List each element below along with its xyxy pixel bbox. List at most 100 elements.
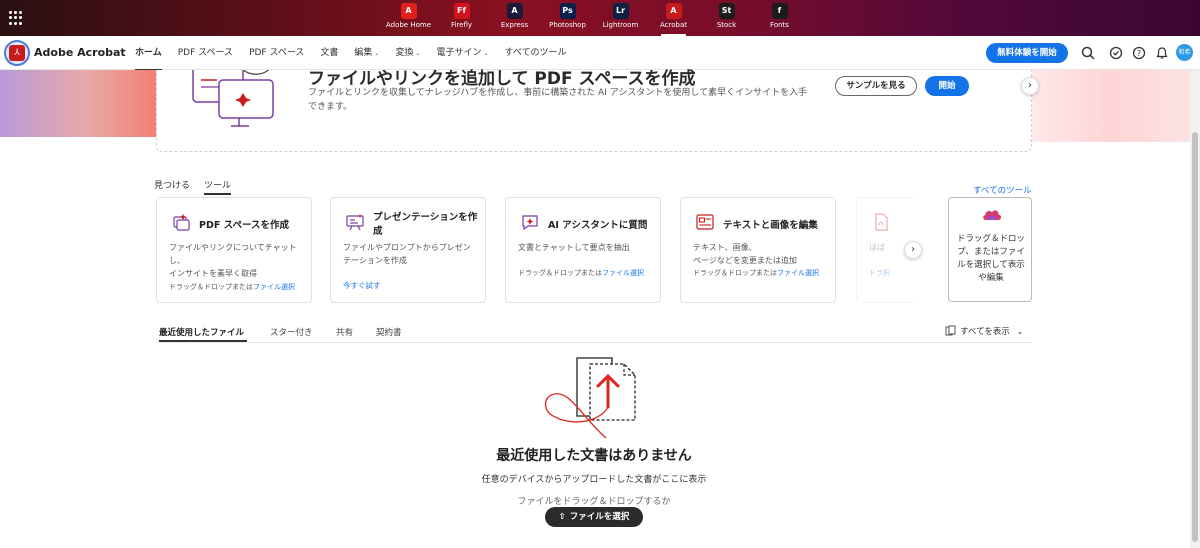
all-tools-link[interactable]: すべてのツール: [973, 184, 1032, 196]
fonts-icon: f: [771, 3, 788, 19]
edit-text-image-icon: [696, 214, 714, 230]
upload-cloud-icon: ⇧: [558, 512, 566, 522]
app-link-acrobat[interactable]: A Acrobat: [647, 3, 700, 36]
app-link-express[interactable]: A Express: [488, 3, 541, 36]
try-now-link[interactable]: 今すぐ試す: [343, 280, 381, 291]
tool-title: PDF スペースを作成: [199, 220, 290, 231]
start-free-trial-button[interactable]: 無料体験を開始: [986, 43, 1068, 63]
view-all-dropdown[interactable]: すべてを表示 ⌄: [945, 325, 1023, 337]
tool-action: ドラッグ＆ドロップまたはファイル選択: [693, 268, 829, 279]
page-scrollbar[interactable]: [1190, 70, 1200, 548]
firefly-icon: Ff: [453, 3, 470, 19]
nav-item-label: すべてのツール: [504, 48, 567, 58]
ai-assistant-icon: [522, 215, 538, 231]
nav-item-label: ホーム: [135, 48, 162, 58]
tool-action: ドラッグ＆ドロップまたはファイル選択: [518, 268, 654, 279]
tool-title: プレゼンテーションを作成: [373, 212, 478, 237]
tool-description: 文書とチャットして要点を抽出: [518, 243, 630, 252]
banner-next-arrow-icon[interactable]: ›: [1021, 77, 1039, 95]
search-icon[interactable]: [1079, 44, 1097, 62]
app-label: Express: [500, 21, 529, 29]
tool-description: テキスト、画像、 ページなどを変更または追加: [693, 243, 797, 265]
brand-name[interactable]: Adobe Acrobat: [34, 46, 126, 59]
nav-item-label: 文書: [320, 48, 339, 58]
tab-starred[interactable]: スター付き: [270, 326, 313, 338]
tool-action: ドラッグ＆ドロップまたはファイル選択: [169, 282, 305, 293]
adobe-home-icon: A: [400, 3, 417, 19]
chevron-down-icon: ⌄: [483, 50, 489, 57]
tabs-divider: [157, 342, 1032, 343]
tool-description: ファイルやプロンプトからプレゼンテーションを作成: [343, 243, 471, 265]
tab-recent-files[interactable]: 最近使用したファイル: [159, 326, 244, 338]
select-file-link[interactable]: ファイル選択: [602, 269, 644, 277]
nav-item-label: 電子サイン: [436, 48, 482, 58]
drop-card-text: ドラッグ＆ドロップ、またはファイルを選択して表示や編集: [956, 234, 1025, 283]
app-link-firefly[interactable]: Ff Firefly: [435, 3, 488, 36]
user-avatar[interactable]: 和希: [1176, 44, 1193, 61]
select-file-link[interactable]: 択: [883, 269, 890, 277]
scrollbar-thumb[interactable]: [1192, 132, 1198, 542]
tab-tools[interactable]: ツール: [204, 178, 232, 195]
app-link-fonts[interactable]: f Fonts: [753, 3, 806, 36]
cloud-upload-icon: [983, 210, 1002, 220]
nav-item-label: 変換: [395, 48, 414, 58]
tool-description: ファイルやリンクについてチャットし、 インサイトを素早く取得: [169, 243, 297, 278]
nav-item-label: PDF スペース: [249, 48, 305, 58]
empty-state-description: 任意のデバイスからアップロードした文書がここに表示: [481, 475, 707, 485]
notification-bell-icon[interactable]: [1153, 44, 1171, 62]
nav-item-1[interactable]: PDF スペース: [170, 36, 241, 70]
app-label: Fonts: [770, 21, 789, 29]
app-link-lightroom[interactable]: Lr Lightroom: [594, 3, 647, 36]
lightroom-icon: Lr: [612, 3, 629, 19]
svg-text:?: ?: [1137, 49, 1141, 58]
pdf-icon: [875, 213, 888, 231]
stock-icon: St: [718, 3, 735, 19]
tab-agreements[interactable]: 契約書: [376, 326, 402, 338]
acrobat-logo-icon[interactable]: ⅄: [4, 40, 30, 66]
chevron-down-icon: ⌄: [374, 50, 380, 57]
chevron-down-icon: ⌄: [415, 50, 421, 57]
empty-state-title: 最近使用した文書はありません: [496, 448, 692, 464]
nav-item-2[interactable]: PDF スペース: [241, 36, 312, 70]
banner-description: ファイルとリンクを収集してナレッジハブを作成し、事前に構築された AI アシスタ…: [308, 88, 808, 112]
app-link-photoshop[interactable]: Ps Photoshop: [541, 3, 594, 36]
app-link-stock[interactable]: St Stock: [700, 3, 753, 36]
tools-next-arrow-icon[interactable]: ›: [904, 241, 922, 259]
app-link-adobe-home[interactable]: A Adobe Home: [382, 3, 435, 36]
app-label: Acrobat: [660, 21, 687, 29]
select-file-link[interactable]: ファイル選択: [253, 283, 295, 291]
select-file-button[interactable]: ⇧ ファイルを選択: [545, 507, 643, 527]
tool-card-create-pdf-space[interactable]: PDF スペースを作成 ファイルやリンクについてチャットし、 インサイトを素早く…: [156, 197, 312, 303]
documents-icon: [945, 325, 956, 336]
tool-card-ai-assistant[interactable]: AI アシスタントに質問 文書とチャットして要点を抽出 ドラッグ＆ドロップまたは…: [505, 197, 661, 303]
pdf-space-illustration-icon: [192, 70, 274, 127]
tab-discover[interactable]: 見つける: [154, 178, 190, 191]
tool-card-create-presentation[interactable]: プレゼンテーションを作成 ファイルやプロンプトからプレゼンテーションを作成 今す…: [330, 197, 486, 303]
app-switcher-icon[interactable]: [9, 11, 23, 25]
tool-title: テキストと画像を編集: [723, 220, 818, 231]
app-label: Firefly: [450, 21, 473, 29]
start-button[interactable]: 開始: [925, 76, 969, 96]
tool-action-prefix: ドラッグ＆ドロップまたは: [518, 269, 602, 277]
app-label: Lightroom: [602, 21, 639, 29]
nav-item-label: PDF スペース: [177, 48, 234, 58]
tab-shared[interactable]: 共有: [336, 326, 353, 338]
tool-action-prefix: ドラッグ＆ドロップまたは: [693, 269, 777, 277]
app-label: Adobe Home: [385, 21, 432, 29]
app-links: A Adobe Home Ff Firefly A Express Ps Photoshop L…: [382, 3, 806, 36]
tool-card-edit-text-image[interactable]: テキストと画像を編集 テキスト、画像、 ページなどを変更または追加 ドラッグ＆ド…: [680, 197, 836, 303]
app-label: Stock: [716, 21, 737, 29]
view-sample-button[interactable]: サンプルを見る: [835, 76, 917, 96]
drop-upload-card[interactable]: ドラッグ＆ドロップ、またはファイルを選択して表示や編集: [948, 197, 1032, 302]
pdf-space-icon: [173, 214, 190, 231]
help-icon[interactable]: ?: [1130, 44, 1148, 62]
task-check-icon[interactable]: [1107, 44, 1125, 62]
photoshop-icon: Ps: [559, 3, 576, 19]
view-all-label: すべてを表示: [960, 327, 1010, 337]
chevron-down-icon: ⌄: [1016, 327, 1024, 336]
tool-action-prefix: ドラッグ＆ドロップまたは: [169, 283, 253, 291]
nav-item-0[interactable]: ホーム: [127, 36, 170, 71]
select-file-label: ファイルを選択: [569, 512, 630, 522]
nav-item-label: 編集: [354, 48, 373, 58]
select-file-link[interactable]: ファイル選択: [777, 269, 819, 277]
